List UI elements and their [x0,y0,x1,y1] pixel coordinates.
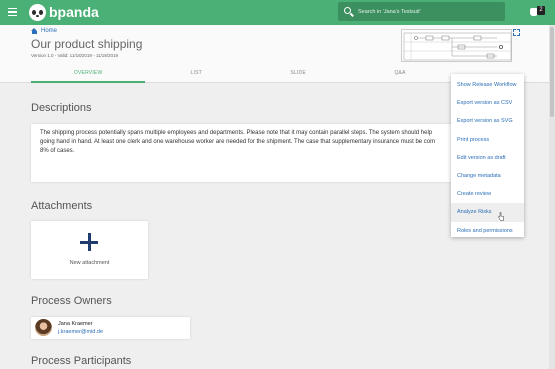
breadcrumb[interactable]: Home [31,28,57,34]
description-line: The shipping process potentially spans m… [40,130,433,136]
description-line: 8% of cases. [40,148,75,154]
process-participants-heading: Process Participants [31,355,132,367]
menu-item-print-process[interactable]: Print process [451,131,524,149]
scrollbar-thumb[interactable] [550,27,554,117]
tab-overview[interactable]: OVERVIEW [31,67,146,83]
tab-bar: OVERVIEW LIST SLIDE Q&A [31,67,451,83]
menu-item-edit-draft[interactable]: Edit version as draft [451,149,524,167]
menu-item-show-release-workflow[interactable]: Show Release Workflow [451,76,524,94]
expand-icon[interactable] [512,28,522,38]
search-input[interactable] [358,5,502,18]
top-bar: bpanda 2 [0,0,555,25]
menu-item-change-metadata[interactable]: Change metadata [451,167,524,185]
new-attachment-card[interactable]: New attachment [31,221,148,279]
plus-icon [80,233,98,251]
menu-item-analyze-risks[interactable]: Analyze Risks [451,203,524,222]
menu-icon[interactable] [8,8,17,16]
menu-item-export-csv[interactable]: Export version as CSV [451,94,524,112]
attachments-heading: Attachments [31,200,93,212]
app-name[interactable]: bpanda [49,4,99,20]
scrollbar[interactable] [549,25,555,369]
process-owners-heading: Process Owners [31,295,112,307]
descriptions-heading: Descriptions [31,102,92,114]
notification-count: 2 [537,6,545,15]
home-icon [31,28,38,34]
description-line: going hand in hand. At least one clerk a… [40,139,436,145]
owner-card[interactable]: Jana Kraemer j.kraemer@mid.de [31,317,190,339]
description-card: The shipping process potentially spans m… [31,124,455,182]
avatar [35,319,52,336]
notification-button[interactable]: 2 [530,6,546,18]
menu-item-export-svg[interactable]: Export version as SVG [451,112,524,130]
search-box[interactable] [338,2,505,21]
hand-cursor-icon [498,212,504,221]
process-diagram-thumbnail[interactable] [401,29,512,62]
search-icon[interactable] [344,7,351,14]
tab-slide[interactable]: SLIDE [247,67,349,83]
tab-list[interactable]: LIST [145,67,247,83]
version-info: Version 1.0 - Valid: 11/18/2019 - 11/18/… [31,53,119,58]
breadcrumb-home[interactable]: Home [41,28,57,34]
owner-name: Jana Kraemer [58,321,93,327]
menu-item-create-review[interactable]: Create review [451,185,524,203]
owner-email[interactable]: j.kraemer@mid.de [58,329,103,335]
tab-qa[interactable]: Q&A [349,67,451,83]
page-title: Our product shipping [31,37,143,51]
menu-item-roles-permissions[interactable]: Roles and permissions [451,222,524,240]
version-actions-menu: Show Release Workflow Export version as … [451,74,524,237]
new-attachment-label: New attachment [69,260,110,266]
panda-logo-icon[interactable] [29,4,46,21]
